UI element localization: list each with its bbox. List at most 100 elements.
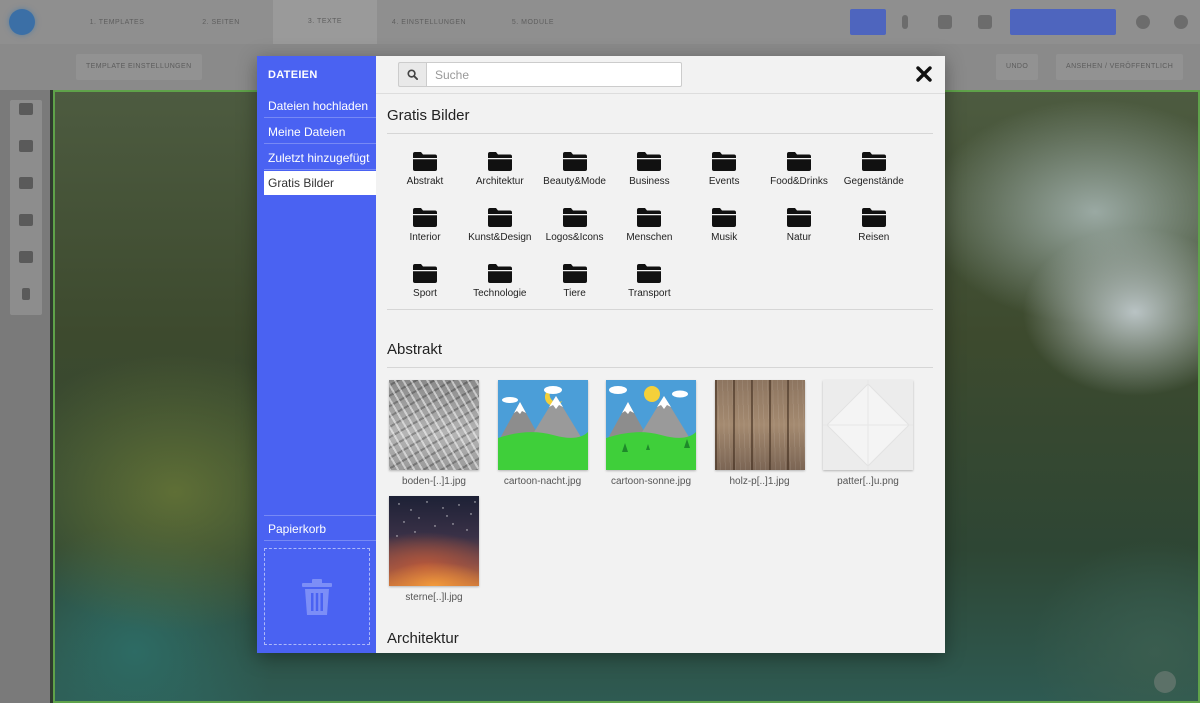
category-folder[interactable]: Interior: [388, 208, 462, 258]
search-input[interactable]: [426, 62, 682, 87]
category-folder[interactable]: Reisen: [837, 208, 911, 258]
folder-icon: [487, 208, 512, 227]
category-folder-label: Reisen: [858, 232, 890, 243]
layout-icon: [19, 177, 33, 189]
category-folder[interactable]: Abstrakt: [388, 152, 462, 202]
category-folder[interactable]: Musik: [687, 208, 761, 258]
thumbnail-filename: cartoon-nacht.jpg: [503, 476, 582, 487]
category-folder[interactable]: Natur: [762, 208, 836, 258]
sidebar-item-free-images[interactable]: Gratis Bilder: [264, 171, 376, 195]
thumbnail-image: [389, 496, 479, 586]
sidebar-item-my-files[interactable]: Meine Dateien: [264, 120, 376, 144]
folder-icon: [562, 152, 587, 171]
sidebar-title: DATEIEN: [268, 69, 318, 81]
sidebar-item-label: Dateien hochladen: [268, 99, 369, 113]
category-folder[interactable]: Beauty&Mode: [538, 152, 612, 202]
thumbnail-filename: cartoon-sonne.jpg: [610, 476, 692, 487]
folder-icon: [712, 208, 737, 227]
category-folder-label: Logos&Icons: [545, 232, 604, 243]
thumbnail-image: [823, 380, 913, 470]
step-templates: 1. TEMPLATES: [89, 18, 145, 26]
image-thumbnail[interactable]: cartoon-nacht.jpg: [497, 380, 589, 490]
thumbnail-image: [497, 380, 588, 470]
close-button[interactable]: [914, 64, 934, 84]
search-icon: [407, 69, 418, 80]
device-mobile-icon: [902, 15, 908, 29]
sidebar-item-label: Papierkorb: [268, 522, 327, 536]
trash-dropzone[interactable]: [264, 548, 370, 645]
image-thumbnail[interactable]: patter[..]u.png: [822, 380, 914, 490]
category-folder[interactable]: Business: [612, 152, 686, 202]
category-folder-label: Architektur: [475, 176, 524, 187]
zoom-icon: [1154, 671, 1176, 693]
category-folder[interactable]: Events: [687, 152, 761, 202]
folder-icon: [487, 152, 512, 171]
undo-button: UNDO: [996, 54, 1039, 80]
section-title-abstract: Abstrakt: [387, 341, 443, 358]
folder-icon: [413, 264, 437, 283]
folder-icon: [19, 140, 33, 152]
category-folder[interactable]: Sport: [388, 264, 462, 314]
thumbnail-image: [389, 380, 479, 470]
sidebar-item-trash[interactable]: Papierkorb: [264, 515, 376, 541]
sidebar-item-recently-added[interactable]: Zuletzt hinzugefügt: [264, 146, 376, 170]
category-folder[interactable]: Menschen: [612, 208, 686, 258]
image-thumbnail[interactable]: cartoon-sonne.jpg: [605, 380, 697, 490]
copy-icon: [19, 214, 33, 226]
category-folder[interactable]: Technologie: [463, 264, 537, 314]
folder-icon: [413, 152, 437, 171]
sidebar-item-upload[interactable]: Dateien hochladen: [264, 94, 376, 118]
section-divider: [387, 309, 933, 310]
category-folder[interactable]: Architektur: [463, 152, 537, 202]
step-module: 5. MODULE: [511, 18, 555, 26]
history-icon: [19, 251, 33, 263]
view-publish-button: ANSEHEN / VERÖFFENTLICH: [1056, 54, 1184, 80]
step-einstellungen: 4. EINSTELLUNGEN: [391, 18, 467, 26]
category-folder-label: Menschen: [626, 232, 673, 243]
category-folder-label: Sport: [413, 288, 437, 299]
background-topbar: 1. TEMPLATES 2. SEITEN 3. TEXTE 4. EINST…: [0, 0, 1200, 44]
folder-icon: [787, 152, 811, 171]
category-folder-label: Kunst&Design: [468, 232, 532, 243]
thumbnail-filename: patter[..]u.png: [837, 476, 899, 487]
folder-icon: [861, 208, 886, 227]
category-folder-label: Transport: [628, 288, 671, 299]
background-topbar-actions: [850, 0, 1200, 44]
search-button[interactable]: [398, 62, 426, 87]
app-logo: [9, 9, 35, 35]
category-folder[interactable]: Transport: [612, 264, 686, 314]
help-icon: [22, 288, 30, 300]
image-thumbnail[interactable]: sterne[..]l.jpg: [388, 496, 480, 606]
category-folder-label: Gegenstände: [843, 176, 904, 187]
close-icon: [916, 66, 932, 82]
folder-icon: [712, 152, 737, 171]
sidebar-item-label: Zuletzt hinzugefügt: [268, 151, 370, 165]
image-thumbnail[interactable]: boden-[..]1.jpg: [388, 380, 480, 490]
folder-icon: [413, 208, 437, 227]
thumbnail-filename: boden-[..]1.jpg: [402, 476, 466, 487]
thumbnail-image: [606, 380, 696, 470]
thumbnail-filename: sterne[..]l.jpg: [405, 592, 463, 603]
category-folder[interactable]: Food&Drinks: [762, 152, 836, 202]
category-folder[interactable]: Logos&Icons: [538, 208, 612, 258]
category-folder-label: Abstrakt: [406, 176, 444, 187]
folder-icon: [861, 152, 886, 171]
shop-icon: [978, 15, 992, 29]
image-thumbnail[interactable]: holz-p[..]1.jpg: [714, 380, 806, 490]
category-folder[interactable]: Gegenstände: [837, 152, 911, 202]
search-bar: [398, 62, 682, 87]
category-folder-label: Beauty&Mode: [543, 176, 606, 187]
section-title-free-images: Gratis Bilder: [387, 107, 470, 124]
folder-icon: [637, 208, 662, 227]
sidebar-item-label: Meine Dateien: [268, 125, 346, 139]
category-folder-label: Events: [708, 176, 740, 187]
thumbnail-filename: holz-p[..]1.jpg: [729, 476, 790, 487]
category-folder[interactable]: Tiere: [538, 264, 612, 314]
category-folder-label: Technologie: [473, 288, 527, 299]
section-divider: [387, 367, 933, 368]
folder-icon: [562, 264, 587, 283]
user-icon: [1174, 15, 1188, 29]
device-desktop-icon: [850, 9, 886, 35]
category-folder[interactable]: Kunst&Design: [463, 208, 537, 258]
section-divider: [387, 133, 933, 134]
